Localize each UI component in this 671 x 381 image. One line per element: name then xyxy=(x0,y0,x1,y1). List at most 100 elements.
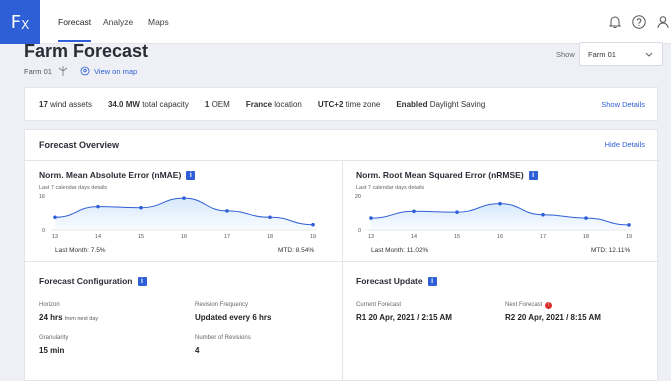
horizon-value-text: 24 hrs xyxy=(39,313,63,322)
nmae-chart: 0 16 13 14 15 16 17 18 19 xyxy=(39,194,317,240)
area-fill xyxy=(371,203,629,230)
nrmse-subtitle: Last 7 calendar days details xyxy=(356,185,425,191)
nrmse-last-month: Last Month: 11.02% xyxy=(371,247,429,254)
area-fill xyxy=(55,198,313,230)
farm-name: Farm 01 xyxy=(24,66,52,76)
oem-count: 1 xyxy=(204,99,210,109)
bell-icon[interactable] xyxy=(607,14,623,30)
page-title: Farm Forecast xyxy=(24,41,149,61)
x-tick-label: 18 xyxy=(583,234,589,240)
granularity-value: 15 min xyxy=(39,346,65,355)
location-label: location xyxy=(274,99,302,109)
x-tick-label: 19 xyxy=(626,234,632,240)
data-point[interactable] xyxy=(182,196,186,200)
info-icon[interactable]: i xyxy=(137,276,147,286)
y-tick-label: 0 xyxy=(358,228,361,234)
info-icon[interactable]: i xyxy=(427,276,437,286)
y-tick-label: 20 xyxy=(355,194,361,200)
show-label: Show xyxy=(556,50,575,59)
data-point[interactable] xyxy=(225,209,229,213)
divider xyxy=(25,261,659,262)
x-tick-label: 18 xyxy=(267,234,273,240)
farm-summary-bar: 17 wind assets 34.0 MW total capacity 1 … xyxy=(24,87,658,121)
next-forecast-value: R2 20 Apr, 2021 / 8:15 AM xyxy=(505,313,601,322)
forecast-overview-card: Forecast Overview Hide Details Norm. Mea… xyxy=(24,129,659,381)
show-details-link[interactable]: Show Details xyxy=(601,100,645,109)
help-icon[interactable] xyxy=(631,14,647,30)
revision-frequency-value: Updated every 6 hrs xyxy=(195,313,272,322)
data-point[interactable] xyxy=(541,212,545,217)
timezone-value: UTC+2 xyxy=(317,99,344,109)
view-on-map-link[interactable]: View on map xyxy=(80,66,137,76)
horizon-suffix: from next day xyxy=(64,316,99,322)
data-point[interactable] xyxy=(268,215,272,220)
nmae-mtd: MTD: 8.54% xyxy=(278,247,315,254)
data-point[interactable] xyxy=(455,210,459,214)
revision-frequency-label: Revision Frequency xyxy=(195,302,249,308)
current-forecast-value: R1 20 Apr, 2021 / 2:15 AM xyxy=(356,313,452,322)
tab-maps[interactable]: Maps xyxy=(148,0,169,44)
farm-select[interactable]: Farm 01 xyxy=(579,42,663,66)
update-title: Forecast Update i xyxy=(356,276,437,286)
nmae-subtitle: Last 7 calendar days details xyxy=(39,185,108,191)
tab-analyze[interactable]: Analyze xyxy=(103,0,133,44)
x-tick-label: 16 xyxy=(497,234,503,240)
map-pin-icon xyxy=(80,66,90,76)
config-title: Forecast Configuration i xyxy=(39,276,147,286)
top-nav: FX Forecast Analyze Maps xyxy=(0,0,671,44)
config-title-text: Forecast Configuration xyxy=(39,276,133,286)
nrmse-title-text: Norm. Root Mean Squared Error (nRMSE) xyxy=(356,170,524,180)
nrmse-chart: 0 20 13 14 15 16 17 18 19 xyxy=(355,194,633,240)
x-tick-label: 14 xyxy=(95,234,101,240)
view-on-map-label: View on map xyxy=(93,66,138,76)
x-tick-label: 13 xyxy=(368,234,374,240)
wind-turbine-icon xyxy=(58,66,68,76)
chevron-down-icon xyxy=(645,52,653,57)
assets-label: wind assets xyxy=(50,99,92,109)
data-point[interactable] xyxy=(369,216,373,220)
data-point[interactable] xyxy=(584,216,588,220)
hide-details-link[interactable]: Hide Details xyxy=(605,140,645,149)
user-icon[interactable] xyxy=(655,14,671,30)
x-tick-label: 19 xyxy=(310,234,316,240)
nmae-title: Norm. Mean Absolute Error (nMAE) i xyxy=(39,170,196,180)
horizon-value: 24 hrs from next day xyxy=(39,313,98,322)
data-point[interactable] xyxy=(53,215,57,220)
x-tick-label: 17 xyxy=(540,234,546,240)
location-value: France xyxy=(245,99,273,109)
tab-forecast[interactable]: Forecast xyxy=(58,0,92,44)
dst-label: Daylight Saving xyxy=(429,99,486,109)
data-point[interactable] xyxy=(139,205,143,210)
farm-subheader: Farm 01 View on map xyxy=(24,66,137,76)
dst-state: Enabled xyxy=(396,99,428,109)
data-point[interactable] xyxy=(311,222,315,227)
data-point[interactable] xyxy=(498,201,502,206)
revisions-count-label: Number of Revisions xyxy=(195,335,251,341)
x-tick-label: 16 xyxy=(181,234,187,240)
x-tick-label: 17 xyxy=(224,234,230,240)
nrmse-mtd: MTD: 12.11% xyxy=(591,247,631,254)
data-point[interactable] xyxy=(412,209,416,214)
x-tick-label: 14 xyxy=(411,234,417,240)
oem-label: OEM xyxy=(211,99,230,109)
farm-select-value: Farm 01 xyxy=(588,50,616,59)
data-point[interactable] xyxy=(627,223,631,227)
x-tick-label: 13 xyxy=(52,234,58,240)
revisions-count-value: 4 xyxy=(195,346,200,355)
capacity-label: total capacity xyxy=(142,99,189,109)
info-icon[interactable]: i xyxy=(528,170,538,180)
update-title-text: Forecast Update xyxy=(356,276,423,286)
nrmse-title: Norm. Root Mean Squared Error (nRMSE) i xyxy=(356,170,538,180)
next-forecast-label: Next Forecast! xyxy=(505,302,553,309)
x-tick-label: 15 xyxy=(138,234,144,240)
overview-title: Forecast Overview xyxy=(39,140,120,150)
alert-icon[interactable]: ! xyxy=(545,302,553,309)
timezone-label: time zone xyxy=(345,99,381,109)
divider xyxy=(342,160,343,381)
next-forecast-label-text: Next Forecast xyxy=(505,302,543,308)
app-logo[interactable]: FX xyxy=(0,0,40,44)
data-point[interactable] xyxy=(96,204,100,209)
horizon-label: Horizon xyxy=(39,302,60,308)
nmae-last-month: Last Month: 7.5% xyxy=(55,247,106,254)
info-icon[interactable]: i xyxy=(186,170,196,180)
